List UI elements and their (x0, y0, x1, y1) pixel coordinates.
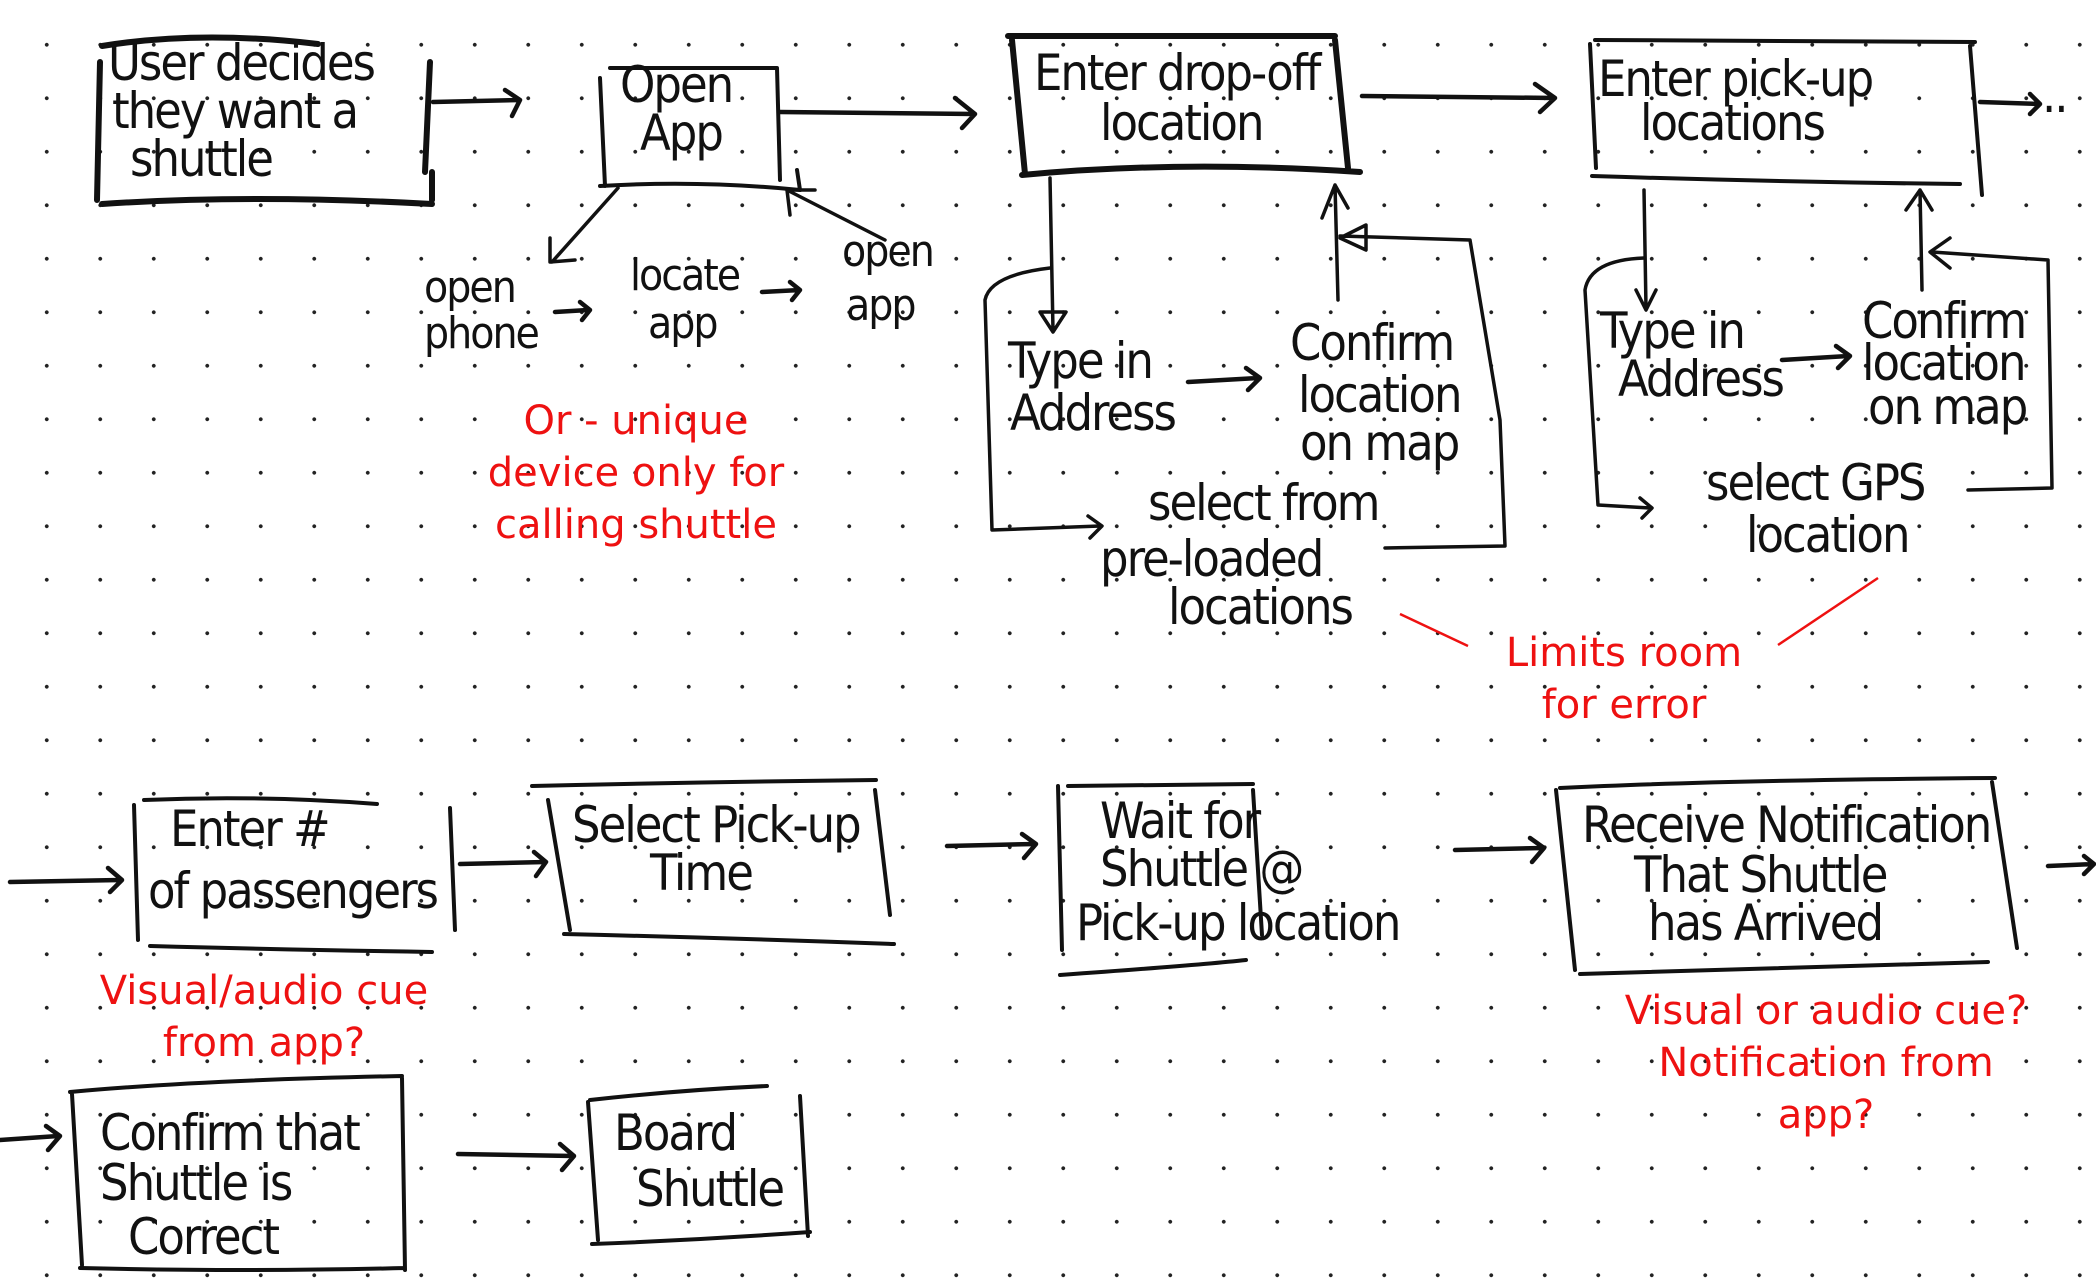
arrow-time-to-wait (944, 831, 1039, 861)
substep-locate-app: locate app (630, 250, 742, 349)
substep-dropoff-confirm-map: Confirm location on map (1290, 314, 1462, 472)
substep-text: phone (424, 308, 539, 359)
substep-text: on map (1868, 378, 2027, 436)
annotation-notification-cue: Visual or audio cue? Notification from a… (1625, 988, 2028, 1138)
substep-text: locations (1168, 578, 1352, 636)
arrow-user-to-open (430, 87, 523, 119)
node-text: Shuttle is (100, 1154, 292, 1212)
arrow-phone-to-locate (552, 299, 593, 323)
annotation-text: Limits room (1506, 630, 1742, 676)
node-text: has Arrived (1648, 894, 1882, 952)
node-open-app: Open App (598, 56, 802, 192)
arrow-pickup-continue (1977, 91, 2043, 117)
substep-pickup-confirm-map: Confirm location on map (1862, 292, 2029, 436)
substep-text: Type in (1007, 332, 1152, 390)
arrow-wait-to-receive (1452, 835, 1547, 865)
node-text: Correct (128, 1208, 279, 1266)
arrow-locate-to-open (759, 279, 803, 303)
node-text: Shuttle @ (1100, 840, 1302, 898)
substep-text: open (842, 226, 933, 277)
node-text: Board (614, 1104, 736, 1162)
substep-text: Address (1618, 350, 1784, 408)
substep-text: location (1746, 506, 1908, 564)
node-text: Shuttle (636, 1160, 783, 1218)
arrow-back-to-open-app (785, 188, 887, 242)
arrow-dropoff-to-pickup (1359, 81, 1558, 115)
node-text: location (1100, 94, 1262, 152)
node-text: shuttle (130, 130, 272, 188)
node-enter-dropoff: Enter drop-off location (1005, 33, 1363, 178)
annotation-text: Visual/audio cue (100, 968, 428, 1014)
annotation-text: Visual or audio cue? (1625, 988, 2028, 1034)
flow-diagram: User decides they want a shuttle Open Ap… (0, 33, 2096, 1272)
continuation-dots: .. (2042, 66, 2067, 124)
substep-open-app: open app (842, 226, 935, 331)
node-select-time: Select Pick-up Time (530, 778, 896, 946)
node-text: App (640, 104, 722, 162)
node-board-shuttle: Board Shuttle (586, 1084, 812, 1246)
annotation-text: app? (1778, 1092, 1875, 1138)
substep-text: select from (1148, 474, 1379, 532)
arrow-open-to-phone (548, 186, 620, 264)
annotation-text: Notification from (1658, 1040, 1993, 1086)
node-wait-shuttle: Wait for Shuttle @ Pick-up location (1056, 782, 1401, 977)
substep-text: Confirm (1290, 314, 1453, 372)
arrow-pickup-to-type (1634, 188, 1658, 312)
node-confirm-shuttle: Confirm that Shuttle is Correct (68, 1074, 407, 1272)
node-text: of passengers (148, 862, 438, 920)
substep-pickup-type-address: Type in Address (1599, 302, 1786, 408)
node-receive-notification: Receive Notification That Shuttle has Ar… (1554, 776, 2019, 976)
annotation-visual-audio-cue: Visual/audio cue from app? (100, 968, 428, 1066)
annotation-text: Or - unique (524, 398, 749, 444)
annotation-text: device only for (488, 450, 785, 496)
arrow-into-passengers (7, 865, 125, 895)
annotation-pointer (1399, 612, 1469, 648)
node-text: locations (1640, 94, 1824, 152)
arrow-type-to-confirm-pickup (1779, 343, 1853, 371)
annotation-text: for error (1542, 682, 1707, 728)
substep-text: Address (1010, 384, 1176, 442)
node-user-decides: User decides they want a shuttle (94, 34, 435, 207)
arrow-dropoff-to-type (1038, 176, 1068, 334)
substep-pickup-select-gps: select GPS location (1706, 454, 1927, 564)
substep-text: select GPS (1706, 454, 1925, 512)
arrow-open-to-dropoff (777, 95, 978, 131)
node-enter-pickup: Enter pick-up locations (1588, 38, 1984, 197)
node-text: Time (649, 844, 752, 902)
node-text: Pick-up location (1076, 894, 1399, 952)
node-enter-passengers: Enter # of passengers (132, 796, 457, 954)
arrow-confirm-to-dropoff (1320, 183, 1350, 302)
annotation-unique-device: Or - unique device only for calling shut… (488, 398, 785, 548)
dot-grid-paper: User decides they want a shuttle Open Ap… (0, 0, 2096, 1278)
arrow-type-to-confirm (1185, 365, 1263, 393)
substep-text: app (648, 298, 717, 349)
annotation-text: calling shuttle (495, 502, 777, 548)
substep-dropoff-type-address: Type in Address (1007, 332, 1178, 442)
substep-text: locate (630, 250, 740, 301)
arrow-into-confirm (0, 1123, 63, 1153)
substep-dropoff-select-preloaded: select from pre-loaded locations (1100, 474, 1381, 636)
annotation-text: from app? (163, 1020, 365, 1066)
substep-open-phone: open phone (424, 262, 541, 359)
arrow-confirm-to-board (455, 1141, 577, 1173)
arrow-confirm-to-pickup (1904, 188, 1934, 292)
arrow-receive-continue (2045, 853, 2096, 877)
node-text: Enter # (170, 800, 329, 858)
substep-text: on map (1300, 414, 1459, 472)
substep-text: app (846, 280, 915, 331)
annotation-limits-error: Limits room for error (1399, 576, 1879, 728)
annotation-pointer (1777, 576, 1879, 647)
substep-text: open (424, 262, 515, 313)
arrow-passengers-to-time (457, 849, 549, 879)
